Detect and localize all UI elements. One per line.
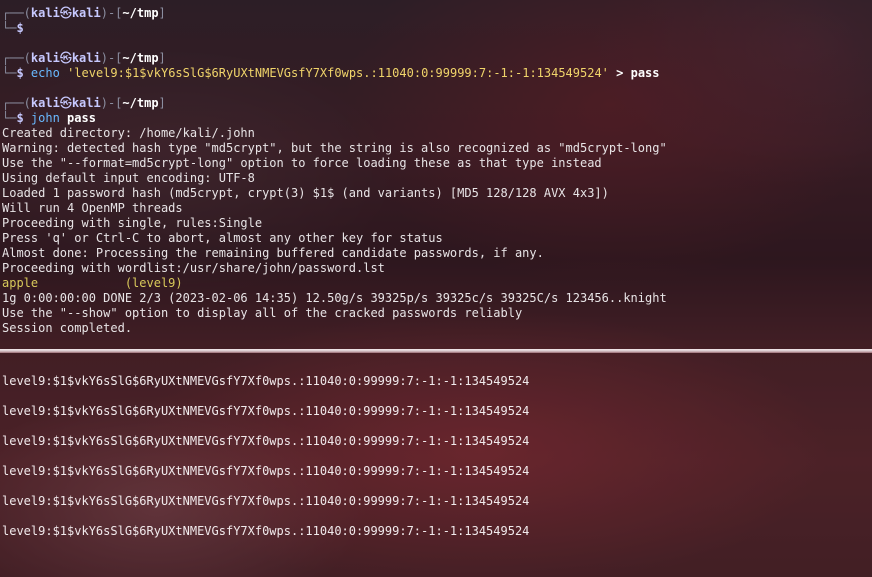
prompt-frame: ┌──( xyxy=(2,96,31,110)
file-content-line: level9:$1$vkY6sSlG$6RyUXtNMEVGsfY7Xf0wps… xyxy=(2,434,530,448)
command-redirect: > pass xyxy=(608,66,660,80)
output-line: 1g 0:00:00:00 DONE 2/3 (2023-02-06 14:35… xyxy=(2,291,667,305)
prompt-header: ┌──(kali㉿kali)-[~/tmp] xyxy=(0,6,872,21)
prompt-frame: ] xyxy=(158,51,166,65)
file-content-line: level9:$1$vkY6sSlG$6RyUXtNMEVGsfY7Xf0wps… xyxy=(2,404,530,418)
prompt-frame: )-[ xyxy=(100,51,123,65)
prompt-frame: ] xyxy=(158,96,166,110)
cracked-password: apple xyxy=(2,276,39,290)
command-argument: pass xyxy=(59,111,96,125)
prompt-dollar: $ xyxy=(16,66,24,80)
john-output: Created directory: /home/kali/.john Warn… xyxy=(0,126,872,336)
prompt-host: kali xyxy=(71,51,101,65)
prompt-frame: └─ xyxy=(2,111,17,125)
file-content-line: level9:$1$vkY6sSlG$6RyUXtNMEVGsfY7Xf0wps… xyxy=(2,524,530,538)
output-line: Press 'q' or Ctrl-C to abort, almost any… xyxy=(2,231,443,245)
file-content-line: level9:$1$vkY6sSlG$6RyUXtNMEVGsfY7Xf0wps… xyxy=(2,494,530,508)
output-line: Use the "--show" option to display all o… xyxy=(2,306,523,320)
prompt-separator: ㉿ xyxy=(59,51,72,65)
terminal-pane-top[interactable]: ┌──(kali㉿kali)-[~/tmp] └─$ ┌──(kali㉿kali… xyxy=(0,6,872,346)
cracked-user: (level9) xyxy=(124,276,183,290)
terminal-pane-bottom[interactable]: level9:$1$vkY6sSlG$6RyUXtNMEVGsfY7Xf0wps… xyxy=(0,366,872,571)
prompt-directory: ~/tmp xyxy=(122,96,159,110)
prompt-frame: )-[ xyxy=(100,96,123,110)
output-line: Created directory: /home/kali/.john xyxy=(2,126,255,140)
output-line: Loaded 1 password hash (md5crypt, crypt(… xyxy=(2,186,609,200)
output-line: Warning: detected hash type "md5crypt", … xyxy=(2,141,667,155)
prompt-directory: ~/tmp xyxy=(122,6,159,20)
prompt-frame: ] xyxy=(158,6,166,20)
prompt-user: kali xyxy=(30,6,60,20)
output-line: Using default input encoding: UTF-8 xyxy=(2,171,255,185)
prompt-block: ┌──(kali㉿kali)-[~/tmp] └─$ xyxy=(0,6,872,36)
prompt-block: ┌──(kali㉿kali)-[~/tmp] └─$ echo 'level9:… xyxy=(0,51,872,81)
output-line: Use the "--format=md5crypt-long" option … xyxy=(2,156,602,170)
prompt-input-line[interactable]: └─$ john pass xyxy=(0,111,872,126)
prompt-header: ┌──(kali㉿kali)-[~/tmp] xyxy=(0,96,872,111)
pane-divider[interactable] xyxy=(0,349,872,353)
prompt-frame: )-[ xyxy=(100,6,123,20)
prompt-separator: ㉿ xyxy=(59,6,72,20)
prompt-frame: ┌──( xyxy=(2,6,31,20)
output-line: Almost done: Processing the remaining bu… xyxy=(2,246,544,260)
prompt-dollar: $ xyxy=(16,111,24,125)
prompt-directory: ~/tmp xyxy=(122,51,159,65)
file-content-line: level9:$1$vkY6sSlG$6RyUXtNMEVGsfY7Xf0wps… xyxy=(2,374,530,388)
prompt-input-line[interactable]: └─$ xyxy=(0,21,872,36)
prompt-input-line[interactable]: └─$ echo 'level9:$1$vkY6sSlG$6RyUXtNMEVG… xyxy=(0,66,872,81)
prompt-block: ┌──(kali㉿kali)-[~/tmp] └─$ john pass xyxy=(0,96,872,126)
output-line: Proceeding with single, rules:Single xyxy=(2,216,263,230)
prompt-dollar: $ xyxy=(16,21,24,35)
prompt-frame: ┌──( xyxy=(2,51,31,65)
prompt-user: kali xyxy=(30,51,60,65)
prompt-host: kali xyxy=(71,96,101,110)
command-name: echo xyxy=(30,66,60,80)
output-line: Proceeding with wordlist:/usr/share/john… xyxy=(2,261,385,275)
output-line: Session completed. xyxy=(2,321,133,335)
prompt-frame: └─ xyxy=(2,66,17,80)
output-line: Will run 4 OpenMP threads xyxy=(2,201,183,215)
prompt-user: kali xyxy=(30,96,60,110)
prompt-separator: ㉿ xyxy=(59,96,72,110)
file-content-line: level9:$1$vkY6sSlG$6RyUXtNMEVGsfY7Xf0wps… xyxy=(2,464,530,478)
prompt-header: ┌──(kali㉿kali)-[~/tmp] xyxy=(0,51,872,66)
prompt-frame: └─ xyxy=(2,21,17,35)
prompt-host: kali xyxy=(71,6,101,20)
command-string-argument: 'level9:$1$vkY6sSlG$6RyUXtNMEVGsfY7Xf0wp… xyxy=(67,66,609,80)
cracked-password-line: apple (level9) xyxy=(0,276,872,291)
command-name: john xyxy=(30,111,60,125)
